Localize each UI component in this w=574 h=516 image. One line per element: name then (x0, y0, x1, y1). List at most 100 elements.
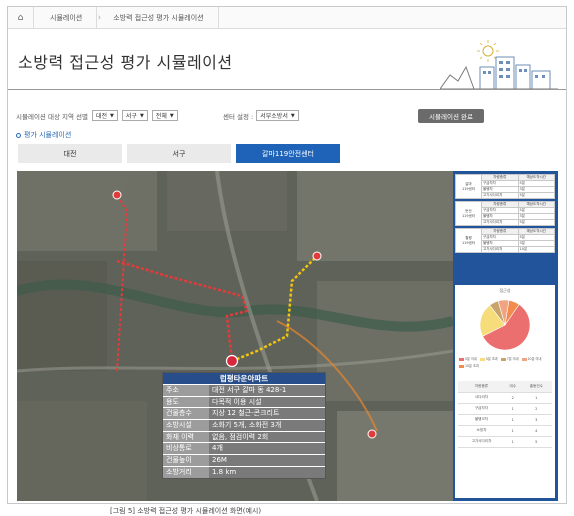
breadcrumb: ⌂ 시뮬레이션 › 소방력 접근성 평가 시뮬레이션 (8, 6, 566, 29)
dropdown-arrow-icon: ▼ (139, 112, 144, 119)
breadcrumb-item-simulation[interactable]: 시뮬레이션 › (34, 6, 102, 29)
cell: 고가사다리차 (481, 246, 519, 253)
district-select-value: 서구 (125, 113, 137, 120)
info-row: 주소 대전 서구 갈마 동 428-1 (163, 384, 325, 396)
legend-swatch (459, 357, 464, 361)
center-table-galma: 갈마 119센터 차량종류 예상도착시간 구급차차 5분 물탱차 3분 고가사다리차 5분 (455, 174, 555, 199)
home-icon[interactable]: ⌂ (8, 6, 34, 29)
legend-label: 5분 초과 (485, 357, 498, 361)
center-name: 갈마 119센터 (455, 174, 482, 199)
cell: 1 (504, 425, 521, 437)
center-setting-label: 센터 설정 : (223, 112, 254, 121)
table-row: 구급차차 1 2 (458, 403, 552, 415)
info-key: 비상통로 (163, 443, 209, 455)
cell: 물탱크차 (458, 414, 505, 426)
cell: 4 (520, 425, 552, 437)
table-row: 물탱크차 1 3 (458, 414, 552, 426)
info-row: 소방거리 1.8 km (163, 465, 325, 478)
cell: 5 (520, 436, 552, 448)
center-arrival-tables: 갈마 119센터 차량종류 예상도착시간 구급차차 5분 물탱차 3분 고가사다리차 5분… (455, 174, 555, 255)
cell: 1 (504, 414, 521, 426)
bullet-icon (16, 132, 21, 138)
info-value: 지상 12 철근-콘크리트 (209, 408, 325, 420)
city-select-value: 대전 (95, 113, 108, 120)
table-row: 사다리차 2 1 (458, 392, 552, 404)
tab-galma-center[interactable]: 갈마119안전센터 (236, 144, 340, 163)
cell: 고가사다리차 (481, 219, 519, 226)
info-value: 4개 (209, 443, 325, 455)
simulation-panel: 갈마 119센터 차량종류 예상도착시간 구급차차 5분 물탱차 3분 고가사다리차 5분… (17, 171, 558, 501)
info-row: 비상통로 4개 (163, 442, 325, 455)
district-select[interactable]: 서구 ▼ (121, 110, 148, 121)
cell: 고가사다리차 (481, 192, 519, 199)
chart-legend: 5분 이내 5분 초과 7분 이내 10분 이내 10분 초과 (459, 356, 551, 368)
info-value: 다목적 이용 시설 (209, 396, 325, 408)
dropdown-arrow-icon: ▼ (290, 112, 295, 119)
info-row: 소방시설 소화기 5개, 소화전 3개 (163, 419, 325, 431)
target-building-marker[interactable] (225, 354, 239, 368)
center-name: 둔산 119센터 (455, 201, 482, 226)
info-key: 소방거리 (163, 466, 209, 478)
legend-swatch (521, 357, 527, 361)
legend-label: 7분 이내 (506, 357, 519, 361)
section-label-text: 평가 시뮬레이션 (24, 131, 72, 139)
cell: 10분 (517, 246, 555, 253)
cell: 3 (520, 414, 552, 426)
center-table-dunsan: 둔산 119센터 차량종류 예상도착시간 구급차차 5분 물탱차 3분 고가사다리차 5분 (455, 201, 555, 226)
region-tabs: 대전 서구 갈마119안전센터 (18, 144, 340, 163)
info-value: 소화기 5개, 소화전 3개 (209, 420, 325, 431)
info-row: 건물층수 지상 12 철근-콘크리트 (163, 407, 325, 420)
legend-item: 7분 이내 (500, 356, 519, 361)
info-key: 화재 이력 (163, 431, 209, 443)
city-select[interactable]: 대전 ▼ (91, 110, 118, 121)
legend-item: 10분 초과 (459, 363, 479, 368)
app-frame: ⌂ 시뮬레이션 › 소방력 접근성 평가 시뮬레이션 소방력 접근성 평가 시뮬레… (7, 6, 567, 504)
station-marker[interactable] (367, 429, 377, 439)
accessibility-chart-panel: 접근성 5분 이내 5분 초과 7분 이내 10분 이내 10분 초과 차량종류 대수 … (455, 285, 555, 498)
cell: 소방차 (458, 425, 505, 437)
cell: 고가사다리차 (458, 436, 505, 448)
simulation-complete-button[interactable]: 시뮬레이션 완료 (418, 109, 484, 123)
legend-label: 10분 초과 (465, 364, 479, 368)
center-select-value: 서부소방서 (260, 113, 288, 120)
table-row: 소방차 1 4 (458, 425, 552, 437)
col-header: 출동건수 (520, 381, 552, 393)
legend-item: 10분 이내 (521, 356, 542, 361)
center-table-wolpyeong: 월평 119센터 차량종류 예상도착시간 구급차차 5분 물탱차 3분 고가사다리차 10… (455, 228, 555, 253)
info-row: 화재 이력 없음, 점검이력 2회 (163, 430, 325, 443)
info-key: 주소 (163, 385, 209, 396)
region-filter-label: 시뮬레이션 대상 지역 선별 (16, 112, 88, 121)
tab-daejeon[interactable]: 대전 (18, 144, 122, 163)
info-value: 1.8 km (209, 466, 325, 478)
station-marker[interactable] (112, 190, 122, 200)
breadcrumb-label: 소방력 접근성 평가 시뮬레이션 (113, 13, 204, 22)
legend-swatch (479, 357, 485, 361)
building-name: 럽평타운아파트 (163, 373, 325, 384)
city-skyline-illustration (440, 40, 558, 90)
vehicle-stat-table: 차량종류 대수 출동건수 사다리차 2 1 구급차차 1 2 물탱크차 1 3 소방차 1 4 … (458, 381, 552, 448)
info-key: 소방시설 (163, 420, 209, 431)
dropdown-arrow-icon: ▼ (110, 112, 114, 119)
cell: 1 (504, 436, 521, 448)
col-header: 대수 (504, 381, 521, 393)
station-marker[interactable] (312, 251, 322, 261)
info-value: 26M (209, 455, 325, 466)
breadcrumb-label: 시뮬레이션 (50, 13, 83, 22)
tab-seogu[interactable]: 서구 (127, 144, 231, 163)
accessibility-pie-chart (479, 299, 531, 351)
info-value: 대전 서구 갈마 동 428-1 (209, 385, 325, 396)
area-select[interactable]: 전체 ▼ (151, 110, 178, 121)
page-title: 소방력 접근성 평가 시뮬레이션 (18, 53, 233, 72)
cell: 1 (520, 392, 552, 404)
center-select[interactable]: 서부소방서 ▼ (256, 110, 299, 121)
cell: 2 (504, 392, 521, 404)
legend-label: 10분 이내 (527, 357, 542, 361)
region-filter: 시뮬레이션 대상 지역 선별 대전 ▼ 서구 ▼ 전체 ▼ (16, 110, 178, 121)
center-setting: 센터 설정 : 서부소방서 ▼ (223, 110, 299, 121)
info-key: 건물높이 (163, 455, 209, 466)
section-label: 평가 시뮬레이션 (16, 130, 71, 140)
cell: 구급차차 (458, 403, 505, 415)
cell: 5분 (517, 219, 555, 226)
info-row: 건물높이 26M (163, 454, 325, 466)
building-info-card: 럽평타운아파트 주소 대전 서구 갈마 동 428-1 용도 다목적 이용 시설 건… (162, 372, 326, 479)
